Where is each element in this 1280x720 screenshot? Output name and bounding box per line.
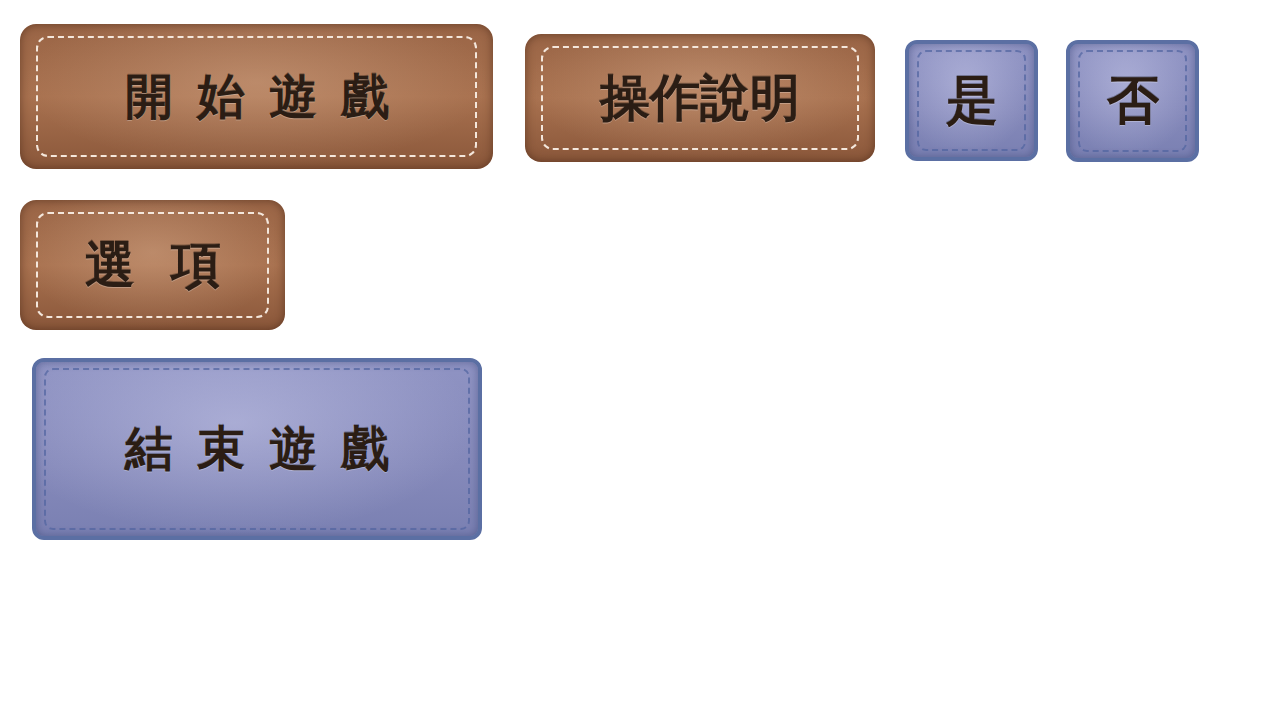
- button-label: 是: [946, 66, 998, 136]
- button-label: 結束遊戲: [101, 417, 413, 481]
- button-row: 開始遊戲 操作說明 是 否: [0, 24, 1280, 169]
- menu-button[interactable]: 結束遊戲: [32, 358, 482, 540]
- button-row: 結束遊戲: [0, 358, 1280, 540]
- button-sheet: 開始遊戲 操作說明 是 否 選項 結束遊戲: [0, 0, 1280, 720]
- menu-button[interactable]: 是: [905, 40, 1038, 161]
- menu-button[interactable]: 否: [1066, 40, 1199, 162]
- button-label: 操作說明: [600, 65, 800, 132]
- menu-button[interactable]: 開始遊戲: [20, 24, 493, 169]
- button-label: 選項: [49, 232, 257, 299]
- button-label: 否: [1107, 66, 1159, 136]
- menu-button[interactable]: 選項: [20, 200, 285, 330]
- menu-button[interactable]: 操作說明: [525, 34, 875, 162]
- button-row: 選項: [0, 200, 1280, 330]
- button-label: 開始遊戲: [101, 65, 413, 129]
